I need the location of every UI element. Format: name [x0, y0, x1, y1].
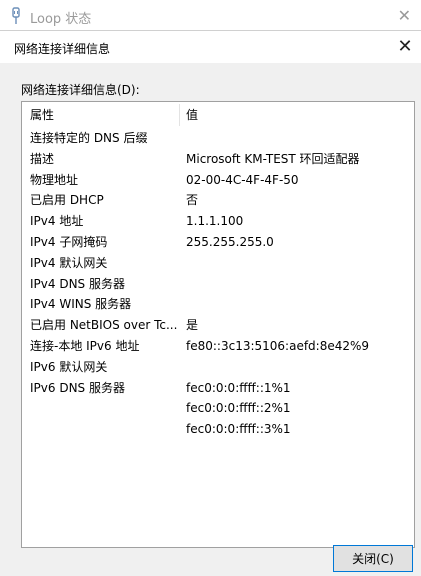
property-cell: IPv4 DNS 服务器	[30, 276, 125, 291]
details-list[interactable]: 属性 值 连接特定的 DNS 后缀 描述 Microsoft KM-TEST 环回适…	[21, 101, 415, 548]
background-window-titlebar: Loop 状态 ✕	[0, 0, 421, 33]
close-button[interactable]: 关闭(C)	[333, 545, 413, 572]
list-header: 属性 值	[22, 102, 414, 128]
value-cell: 是	[186, 318, 199, 333]
column-divider[interactable]	[179, 104, 180, 126]
property-cell: 连接-本地 IPv6 地址	[30, 338, 140, 353]
section-label: 网络连接详细信息(D):	[21, 83, 140, 97]
list-item[interactable]: IPv6 默认网关	[22, 357, 414, 378]
property-cell: 已启用 NetBIOS over Tc...	[30, 318, 178, 333]
list-item[interactable]: IPv4 默认网关	[22, 253, 414, 274]
network-adapter-icon	[12, 7, 20, 24]
list-item[interactable]: 已启用 NetBIOS over Tc... 是	[22, 315, 414, 336]
property-cell: 物理地址	[30, 172, 79, 187]
list-item[interactable]: fec0:0:0:ffff::3%1	[22, 419, 414, 440]
value-cell: fec0:0:0:ffff::3%1	[186, 422, 291, 437]
property-cell: IPv4 地址	[30, 214, 84, 229]
value-cell: fe80::3c13:5106:aefd:8e42%9	[186, 338, 370, 353]
close-icon[interactable]: ✕	[398, 6, 411, 25]
list-item[interactable]: 连接-本地 IPv6 地址 fe80::3c13:5106:aefd:8e42%9	[22, 336, 414, 357]
list-item[interactable]: IPv6 DNS 服务器 fec0:0:0:ffff::1%1	[22, 378, 414, 399]
list-item[interactable]: 描述 Microsoft KM-TEST 环回适配器	[22, 149, 414, 170]
property-cell: IPv6 DNS 服务器	[30, 380, 125, 395]
property-cell: IPv4 WINS 服务器	[30, 297, 132, 312]
column-header-property[interactable]: 属性	[30, 106, 54, 123]
dialog-titlebar: 网络连接详细信息 ✕	[0, 31, 421, 63]
close-icon[interactable]: ✕	[389, 31, 421, 63]
property-cell: IPv4 默认网关	[30, 255, 108, 270]
background-window-title: Loop 状态	[30, 12, 92, 27]
list-item[interactable]: IPv4 子网掩码 255.255.255.0	[22, 232, 414, 253]
list-item[interactable]: 已启用 DHCP 否	[22, 190, 414, 211]
value-cell: fec0:0:0:ffff::1%1	[186, 380, 291, 395]
value-cell: Microsoft KM-TEST 环回适配器	[186, 151, 360, 166]
value-cell: 02-00-4C-4F-4F-50	[186, 172, 299, 187]
list-item[interactable]: 连接特定的 DNS 后缀	[22, 128, 414, 149]
column-header-value[interactable]: 值	[186, 106, 198, 123]
value-cell: 255.255.255.0	[186, 234, 274, 249]
property-cell: 连接特定的 DNS 后缀	[30, 131, 148, 145]
list-rows: 连接特定的 DNS 后缀 描述 Microsoft KM-TEST 环回适配器物理地…	[22, 128, 414, 440]
property-cell: IPv6 默认网关	[30, 359, 108, 374]
network-details-dialog: 网络连接详细信息 ✕ 网络连接详细信息(D): 属性 值 连接特定的 DNS 后…	[0, 30, 421, 576]
list-item[interactable]: fec0:0:0:ffff::2%1	[22, 398, 414, 419]
value-cell: 否	[186, 193, 199, 208]
property-cell: 描述	[30, 151, 55, 166]
list-item[interactable]: 物理地址 02-00-4C-4F-4F-50	[22, 170, 414, 191]
property-cell: 已启用 DHCP	[30, 193, 104, 208]
value-cell: fec0:0:0:ffff::2%1	[186, 401, 291, 416]
value-cell: 1.1.1.100	[186, 214, 244, 229]
dialog-title: 网络连接详细信息	[14, 42, 111, 56]
list-item[interactable]: IPv4 DNS 服务器	[22, 274, 414, 295]
property-cell: IPv4 子网掩码	[30, 234, 108, 249]
list-item[interactable]: IPv4 地址 1.1.1.100	[22, 211, 414, 232]
list-item[interactable]: IPv4 WINS 服务器	[22, 294, 414, 315]
